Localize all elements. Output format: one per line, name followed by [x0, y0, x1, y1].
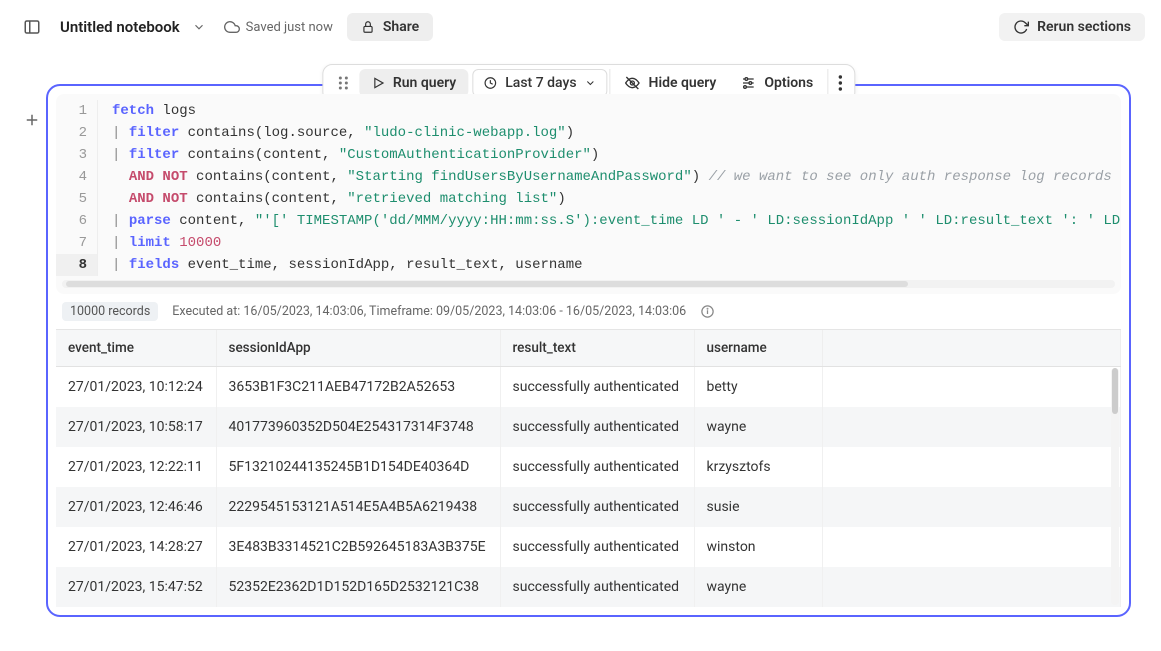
saved-text: Saved just now	[246, 20, 333, 35]
sliders-icon	[740, 75, 756, 91]
cell: successfully authenticated	[500, 447, 694, 487]
cell: 401773960352D504E254317314F3748	[216, 407, 500, 447]
records-chip: 10000 records	[62, 302, 158, 321]
query-card: Run query Last 7 days Hide query	[46, 84, 1131, 617]
h-scrollbar[interactable]	[62, 280, 1115, 288]
add-button[interactable]	[16, 104, 48, 136]
run-query-button[interactable]: Run query	[359, 69, 468, 97]
cell: winston	[694, 527, 822, 567]
rerun-button[interactable]: Rerun sections	[999, 13, 1145, 41]
line-number: 2	[56, 122, 98, 144]
cell: wayne	[694, 567, 822, 607]
chevron-down-icon	[585, 77, 597, 89]
cell: 27/01/2023, 15:47:52	[56, 567, 216, 607]
cell	[822, 527, 1121, 567]
line-number: 7	[56, 232, 98, 254]
cell: 27/01/2023, 10:58:17	[56, 407, 216, 447]
cell: 2229545153121A514E5A4B5A6219438	[216, 487, 500, 527]
cell: successfully authenticated	[500, 567, 694, 607]
separator	[610, 69, 611, 97]
share-button[interactable]: Share	[347, 13, 433, 41]
options-button[interactable]: Options	[728, 69, 825, 97]
rerun-label: Rerun sections	[1037, 19, 1131, 35]
col-result-text[interactable]: result_text	[500, 330, 694, 367]
hide-query-button[interactable]: Hide query	[613, 69, 729, 97]
cell	[822, 567, 1121, 607]
cell: successfully authenticated	[500, 487, 694, 527]
cell: successfully authenticated	[500, 527, 694, 567]
table-header-row: event_time sessionIdApp result_text user…	[56, 330, 1121, 367]
cloud-icon	[224, 19, 240, 35]
executed-text: Executed at: 16/05/2023, 14:03:06, Timef…	[172, 304, 686, 319]
table-row[interactable]: 27/01/2023, 14:28:273E483B3314521C2B5926…	[56, 527, 1121, 567]
cell: 52352E2362D1D152D165D2532121C38	[216, 567, 500, 607]
drag-icon[interactable]	[327, 69, 359, 97]
cell: 3653B1F3C211AEB47172B2A52653	[216, 367, 500, 408]
cell: 27/01/2023, 12:22:11	[56, 447, 216, 487]
cell	[822, 367, 1121, 408]
table-row[interactable]: 27/01/2023, 12:22:115F13210244135245B1D1…	[56, 447, 1121, 487]
eye-off-icon	[625, 75, 641, 91]
table-row[interactable]: 27/01/2023, 15:47:5252352E2362D1D152D165…	[56, 567, 1121, 607]
col-event-time[interactable]: event_time	[56, 330, 216, 367]
refresh-icon	[1013, 19, 1029, 35]
cell: wayne	[694, 407, 822, 447]
separator	[827, 69, 828, 97]
run-query-label: Run query	[393, 75, 456, 91]
chevron-down-icon[interactable]	[192, 20, 206, 34]
line-number: 5	[56, 188, 98, 210]
cell: successfully authenticated	[500, 407, 694, 447]
col-username[interactable]: username	[694, 330, 822, 367]
cell: 3E483B3314521C2B592645183A3B375E	[216, 527, 500, 567]
clock-icon	[483, 76, 497, 90]
cell: 27/01/2023, 12:46:46	[56, 487, 216, 527]
options-label: Options	[764, 75, 813, 91]
share-label: Share	[383, 19, 419, 35]
line-number: 3	[56, 144, 98, 166]
saved-status: Saved just now	[224, 19, 333, 35]
notebook-title[interactable]: Untitled notebook	[60, 18, 180, 36]
line-number: 4	[56, 166, 98, 188]
cell	[822, 447, 1121, 487]
sidebar-collapse-icon[interactable]	[16, 11, 48, 43]
cell: krzysztofs	[694, 447, 822, 487]
table-row[interactable]: 27/01/2023, 10:58:17401773960352D504E254…	[56, 407, 1121, 447]
more-button[interactable]	[830, 69, 850, 97]
results-table: event_time sessionIdApp result_text user…	[56, 329, 1121, 607]
cell	[822, 407, 1121, 447]
v-scrollbar[interactable]	[1111, 368, 1119, 605]
lock-icon	[361, 20, 375, 34]
topbar: Untitled notebook Saved just now Share R…	[0, 0, 1161, 54]
line-number: 8	[56, 254, 98, 276]
table-row[interactable]: 27/01/2023, 10:12:243653B1F3C211AEB47172…	[56, 367, 1121, 408]
timeframe-label: Last 7 days	[505, 75, 576, 91]
info-icon[interactable]	[700, 304, 715, 319]
cell: 27/01/2023, 10:12:24	[56, 367, 216, 408]
play-icon	[371, 76, 385, 90]
col-empty	[822, 330, 1121, 367]
line-number: 6	[56, 210, 98, 232]
cell: susie	[694, 487, 822, 527]
hide-query-label: Hide query	[649, 75, 717, 91]
cell: 5F13210244135245B1D154DE40364D	[216, 447, 500, 487]
timeframe-picker[interactable]: Last 7 days	[472, 69, 607, 97]
query-status: 10000 records Executed at: 16/05/2023, 1…	[56, 294, 1121, 325]
col-session-id[interactable]: sessionIdApp	[216, 330, 500, 367]
cell	[822, 487, 1121, 527]
line-number: 1	[56, 100, 98, 122]
cell: successfully authenticated	[500, 367, 694, 408]
cell: betty	[694, 367, 822, 408]
table-row[interactable]: 27/01/2023, 12:46:462229545153121A514E5A…	[56, 487, 1121, 527]
cell: 27/01/2023, 14:28:27	[56, 527, 216, 567]
code-editor[interactable]: 1fetch logs 2| filter contains(log.sourc…	[56, 94, 1121, 294]
